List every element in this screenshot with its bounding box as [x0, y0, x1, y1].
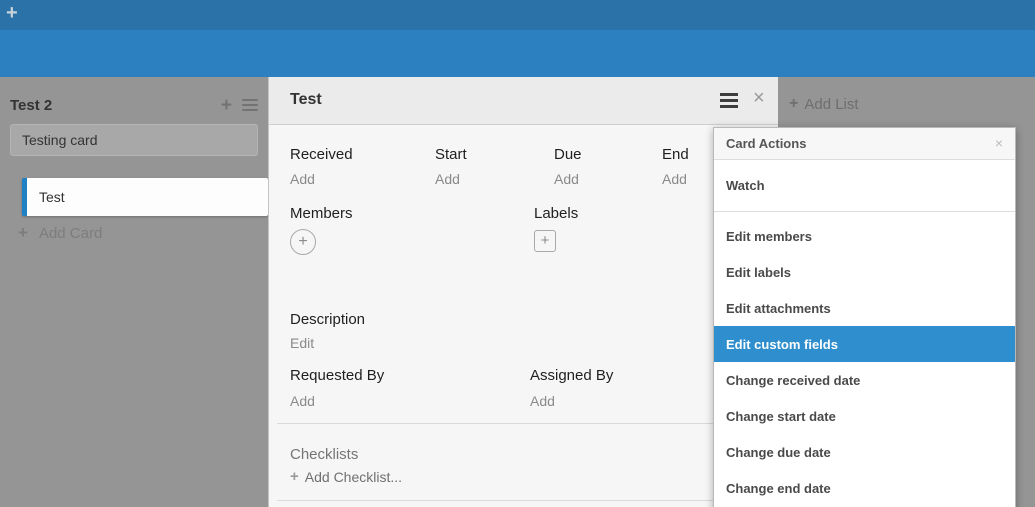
plus-icon: + [789, 95, 798, 113]
menu-item-watch[interactable]: Watch [714, 160, 1015, 212]
description-label: Description [290, 311, 365, 328]
board-canvas: Test 2 + Testing card Test + Add Card + … [0, 77, 1035, 507]
card-actions-popup: Card Actions × Watch Edit members Edit l… [713, 127, 1016, 507]
card-test-active[interactable]: Test [22, 178, 268, 216]
end-label: End [662, 146, 689, 163]
list-header: Test 2 + [10, 92, 258, 118]
menu-item-change-received-date[interactable]: Change received date [714, 362, 1015, 398]
list-add-card-icon[interactable]: + [221, 96, 232, 115]
labels-label: Labels [534, 205, 578, 222]
menu-item-edit-custom-fields[interactable]: Edit custom fields [714, 326, 1015, 362]
description-edit-link[interactable]: Edit [290, 335, 314, 351]
add-list-button[interactable]: + Add List [789, 95, 859, 113]
add-card-label: Add Card [39, 225, 102, 242]
menu-item-change-end-date[interactable]: Change end date [714, 470, 1015, 506]
card-detail-body: Received Add Start Add Due Add End Add M… [269, 125, 778, 506]
requested-by-add-link[interactable]: Add [290, 393, 315, 409]
start-label: Start [435, 146, 467, 163]
card-actions-title: Card Actions [726, 136, 806, 151]
list-header-icons: + [221, 96, 258, 115]
menu-item-change-start-date[interactable]: Change start date [714, 398, 1015, 434]
board-header-bar [0, 30, 1035, 77]
assigned-by-label: Assigned By [530, 367, 613, 384]
received-label: Received [290, 146, 353, 163]
divider [277, 423, 770, 424]
menu-item-edit-attachments[interactable]: Edit attachments [714, 290, 1015, 326]
card-detail-header: Test × [269, 77, 778, 125]
add-list-label: Add List [804, 96, 858, 113]
close-icon[interactable]: × [753, 87, 765, 110]
add-board-icon[interactable]: + [6, 2, 18, 25]
plus-icon: + [18, 223, 28, 243]
start-add-link[interactable]: Add [435, 171, 460, 187]
add-label-button[interactable]: + [534, 230, 556, 252]
add-checklist-link[interactable]: + Add Checklist... [290, 468, 402, 485]
close-icon[interactable]: × [995, 135, 1003, 151]
add-card-button[interactable]: + Add Card [18, 223, 102, 243]
list-title: Test 2 [10, 97, 221, 114]
top-navigation-bar: + [0, 0, 1035, 30]
requested-by-label: Requested By [290, 367, 384, 384]
add-checklist-label: Add Checklist... [305, 469, 402, 485]
menu-item-edit-labels[interactable]: Edit labels [714, 254, 1015, 290]
checklists-label: Checklists [290, 446, 358, 463]
card-actions-popup-header: Card Actions × [714, 128, 1015, 160]
end-add-link[interactable]: Add [662, 171, 687, 187]
app-screen: + Test 2 + Testing card Test + Add Card … [0, 0, 1035, 507]
assigned-by-add-link[interactable]: Add [530, 393, 555, 409]
divider [277, 500, 770, 501]
due-label: Due [554, 146, 582, 163]
received-add-link[interactable]: Add [290, 171, 315, 187]
card-detail-panel: Test × Received Add Start Add Due Add En… [268, 77, 778, 507]
card-detail-title: Test [290, 91, 322, 109]
card-testing-card[interactable]: Testing card [10, 124, 258, 156]
menu-item-edit-members[interactable]: Edit members [714, 218, 1015, 254]
card-actions-items: Edit members Edit labels Edit attachment… [714, 212, 1015, 506]
due-add-link[interactable]: Add [554, 171, 579, 187]
members-label: Members [290, 205, 353, 222]
plus-icon: + [290, 468, 299, 485]
add-member-button[interactable]: + [290, 229, 316, 255]
menu-item-change-due-date[interactable]: Change due date [714, 434, 1015, 470]
list-column: Test 2 + Testing card Test + Add Card [10, 92, 258, 156]
card-actions-menu-icon[interactable] [720, 93, 738, 108]
list-menu-icon[interactable] [242, 99, 258, 111]
